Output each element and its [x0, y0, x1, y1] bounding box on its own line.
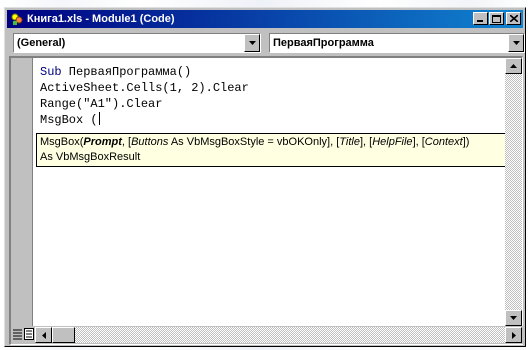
maximize-button[interactable] — [489, 12, 504, 25]
horizontal-scroll-thumb[interactable] — [52, 327, 75, 343]
code-editor[interactable]: Sub ПерваяПрограмма() ActiveSheet.Cells(… — [9, 56, 523, 345]
procedure-combo-dropdown[interactable] — [508, 34, 524, 52]
code-line: Range("A1").Clear — [40, 97, 163, 111]
procedure-view-icon — [13, 329, 22, 340]
code-line: ActiveSheet.Cells(1, 2).Clear — [40, 81, 249, 95]
tooltip-current-param: Prompt — [83, 136, 122, 148]
dropdown-arrow-icon — [512, 41, 520, 45]
scroll-down-icon — [510, 316, 517, 320]
window-title: Книга1.xls - Module1 (Code) — [27, 13, 175, 25]
scroll-up-icon — [510, 64, 517, 68]
object-combo[interactable]: (General) — [13, 33, 261, 53]
horizontal-scrollbar[interactable] — [35, 327, 505, 343]
vertical-scrollbar[interactable] — [505, 58, 522, 326]
code-window: Книга1.xls - Module1 (Code) (General) Пе… — [4, 7, 526, 347]
scroll-right-icon — [511, 331, 516, 339]
procedure-combo[interactable]: ПерваяПрограмма — [269, 33, 525, 53]
close-button[interactable] — [506, 12, 521, 25]
tooltip-return-type: As VbMsgBoxResult — [40, 151, 141, 163]
close-icon — [509, 15, 518, 22]
code-line: Sub ПерваяПрограмма() — [40, 65, 192, 79]
maximize-icon — [492, 14, 501, 23]
full-module-view-button[interactable] — [24, 327, 34, 341]
procedure-view-button[interactable] — [13, 327, 23, 341]
object-combo-value: (General) — [17, 37, 66, 49]
scroll-left-button[interactable] — [35, 327, 52, 343]
app-icon — [11, 13, 23, 25]
minimize-button[interactable] — [473, 12, 488, 25]
title-bar[interactable]: Книга1.xls - Module1 (Code) — [7, 10, 523, 28]
dropdown-arrow-icon — [248, 41, 256, 45]
scroll-right-button[interactable] — [505, 327, 522, 343]
keyword: Sub — [40, 65, 62, 79]
code-text[interactable]: Sub ПерваяПрограмма() ActiveSheet.Cells(… — [40, 64, 249, 128]
full-module-view-icon — [24, 328, 34, 340]
procedure-combo-value: ПерваяПрограмма — [273, 37, 374, 49]
scroll-up-button[interactable] — [505, 58, 522, 74]
minimize-icon — [476, 20, 483, 22]
margin-indicator-bar[interactable] — [11, 58, 33, 326]
object-combo-dropdown[interactable] — [244, 34, 260, 52]
scroll-down-button[interactable] — [505, 310, 522, 326]
editor-bottom-bar — [11, 326, 523, 344]
quick-info-tooltip: MsgBox(Prompt, [Buttons As VbMsgBoxStyle… — [36, 133, 506, 167]
code-line: MsgBox ( — [40, 112, 100, 127]
text-caret — [98, 112, 100, 125]
scroll-left-icon — [41, 331, 46, 339]
